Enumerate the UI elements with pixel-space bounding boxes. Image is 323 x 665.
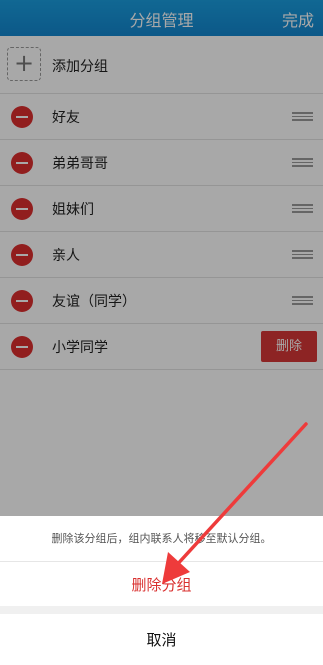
action-sheet-message-area: 删除该分组后，组内联系人将移至默认分组。	[0, 516, 323, 562]
action-sheet: 删除该分组后，组内联系人将移至默认分组。 删除分组 取消	[0, 516, 323, 665]
delete-group-label: 删除分组	[131, 576, 192, 594]
action-sheet-message: 删除该分组后，组内联系人将移至默认分组。	[51, 532, 272, 545]
cancel-button[interactable]: 取消	[0, 614, 323, 665]
cancel-label: 取消	[146, 631, 177, 649]
delete-group-button[interactable]: 删除分组	[0, 562, 323, 606]
